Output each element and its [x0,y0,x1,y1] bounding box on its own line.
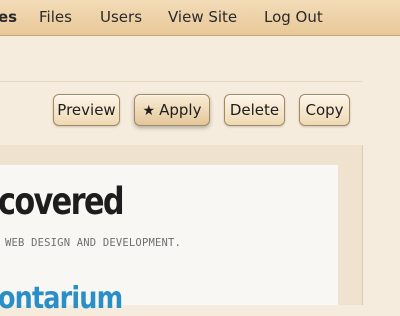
nav-item-log-out[interactable]: Log Out [264,0,323,35]
preview-button[interactable]: Preview [53,94,120,126]
copy-button-label: Copy [305,101,344,119]
apply-button[interactable]: ★ Apply [134,94,210,126]
apply-button-label: Apply [159,101,202,119]
nav-item-pages[interactable]: es [0,0,17,35]
nav-item-files[interactable]: Files [39,0,72,35]
preview-subheadline: ontarium [0,281,123,316]
preview-button-label: Preview [57,101,116,119]
copy-button[interactable]: Copy [299,94,350,126]
delete-button[interactable]: Delete [224,94,285,126]
star-icon: ★ [142,103,156,119]
nav-item-view-site[interactable]: View Site [168,0,237,35]
preview-headline: covered [0,180,125,223]
delete-button-label: Delete [229,101,280,119]
toolbar-divider [0,81,362,82]
preview-tagline: WEB DESIGN AND DEVELOPMENT. [5,237,182,249]
nav-item-users[interactable]: Users [100,0,142,35]
top-nav-bar: es Files Users View Site Log Out [0,0,400,36]
